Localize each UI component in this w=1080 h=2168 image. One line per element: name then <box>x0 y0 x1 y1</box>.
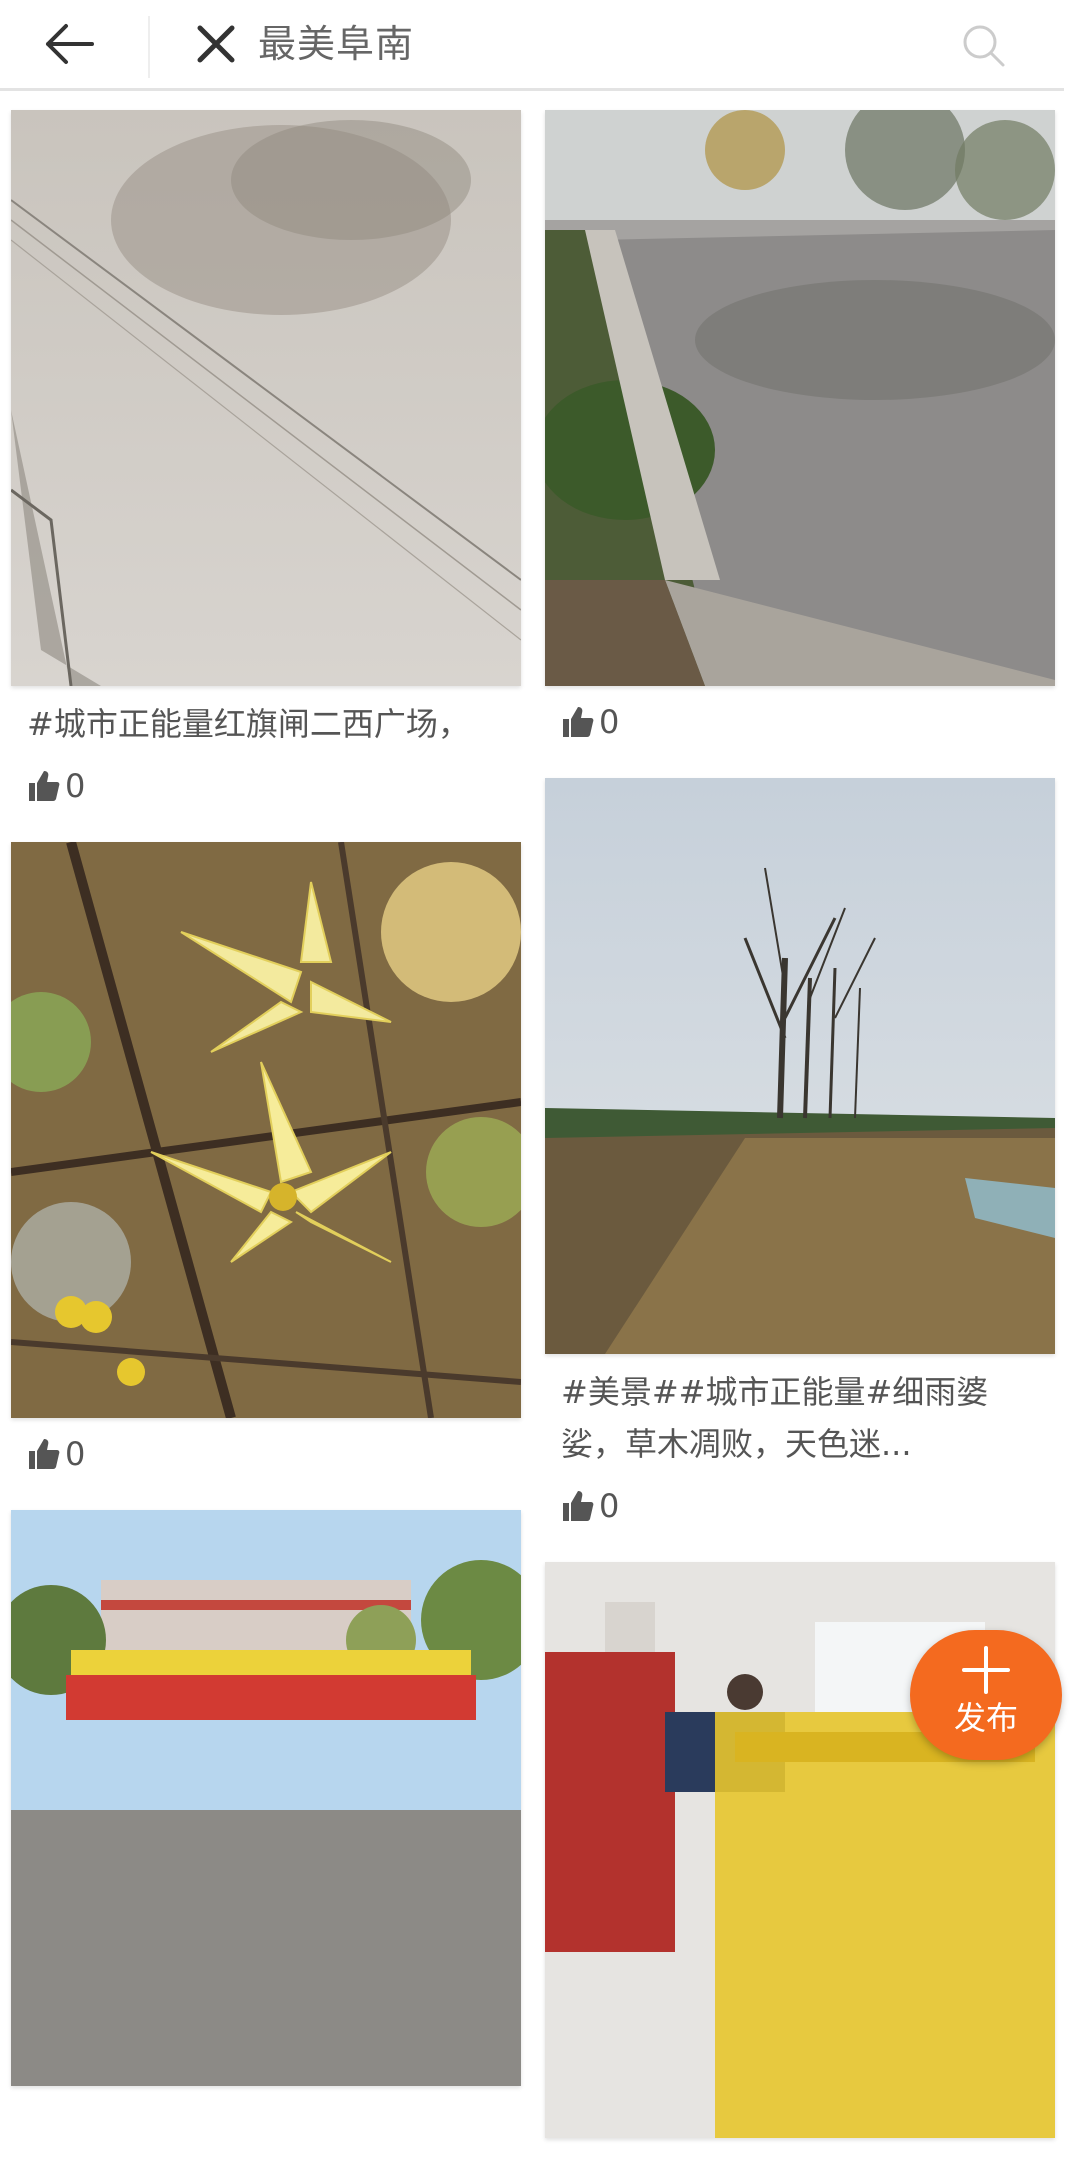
thumbs-up-icon[interactable] <box>561 705 595 739</box>
post-card[interactable]: #城市正能量红旗闸二西广场， 0 <box>11 110 521 812</box>
search-query-text[interactable]: 最美阜南 <box>258 18 414 70</box>
post-photo-children-banner[interactable] <box>11 1510 521 2086</box>
top-bar: 最美阜南 <box>0 0 1064 91</box>
search-icon[interactable] <box>960 22 1006 68</box>
post-caption: #美景##城市正能量#细雨婆娑，草木凋败，天色迷... <box>561 1373 989 1463</box>
post-photo-pond[interactable] <box>545 110 1055 686</box>
post-caption: #城市正能量红旗闸二西广场， <box>27 705 470 743</box>
post-photo-water-reflection[interactable] <box>11 110 521 686</box>
like-count-value: 0 <box>599 703 620 741</box>
like-count[interactable]: 0 <box>27 1428 505 1480</box>
like-count[interactable]: 0 <box>27 760 505 812</box>
publish-button[interactable]: 发布 <box>910 1630 1062 1760</box>
like-count-value: 0 <box>65 1435 86 1473</box>
back-arrow-icon[interactable] <box>42 20 96 68</box>
post-photo-wintersweet[interactable] <box>11 842 521 1418</box>
post-card[interactable]: 0 <box>11 842 521 1480</box>
like-count[interactable]: 0 <box>561 1480 1039 1532</box>
feed-column-right: 0 #美景##城市正能量#细雨婆娑，草木凋败，天色迷... 0 <box>545 110 1055 2168</box>
like-count-value: 0 <box>599 1487 620 1525</box>
plus-icon <box>962 1646 1010 1694</box>
publish-button-label: 发布 <box>953 1699 1018 1737</box>
thumbs-up-icon[interactable] <box>561 1489 595 1523</box>
close-icon[interactable] <box>196 24 236 64</box>
thumbs-up-icon[interactable] <box>27 769 61 803</box>
header-divider <box>148 16 150 78</box>
feed-column-left: #城市正能量红旗闸二西广场， 0 0 <box>11 110 521 2116</box>
post-card[interactable]: #美景##城市正能量#细雨婆娑，草木凋败，天色迷... 0 <box>545 778 1055 1532</box>
like-count-value: 0 <box>65 767 86 805</box>
post-card[interactable] <box>11 1510 521 2086</box>
post-photo-foggy-field[interactable] <box>545 778 1055 1354</box>
like-count[interactable]: 0 <box>561 696 1039 748</box>
post-card[interactable]: 0 <box>545 110 1055 748</box>
thumbs-up-icon[interactable] <box>27 1437 61 1471</box>
